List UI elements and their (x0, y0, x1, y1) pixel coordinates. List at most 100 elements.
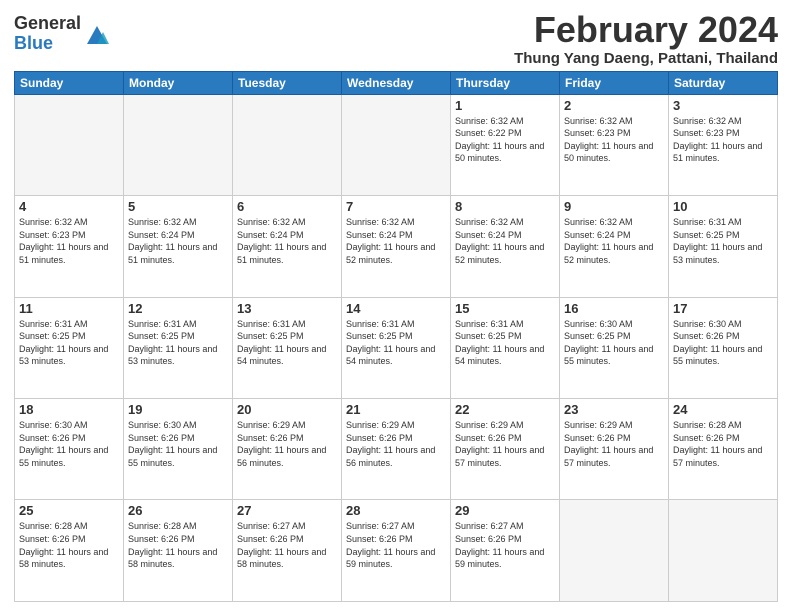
calendar-cell: 29 Sunrise: 6:27 AM Sunset: 6:26 PM Dayli… (451, 500, 560, 602)
calendar-week-0: 1 Sunrise: 6:32 AM Sunset: 6:22 PM Daylig… (15, 94, 778, 195)
calendar-cell: 3Sunrise: 6:32 AM Sunset: 6:23 PM Daylig… (669, 94, 778, 195)
calendar-cell: 12 Sunrise: 6:31 AM Sunset: 6:25 PM Dayli… (124, 297, 233, 398)
day-number: 1 (455, 98, 555, 113)
day-info: Sunrise: 6:29 AM Sunset: 6:26 PM Dayligh… (346, 419, 446, 469)
day-number: 23 (564, 402, 664, 417)
day-number: 13 (237, 301, 337, 316)
calendar-cell: 7Sunrise: 6:32 AM Sunset: 6:24 PM Daylig… (342, 196, 451, 297)
day-number: 6 (237, 199, 337, 214)
day-info: Sunrise: 6:31 AM Sunset: 6:25 PM Dayligh… (455, 318, 555, 368)
day-number: 18 (19, 402, 119, 417)
day-info: Sunrise: 6:29 AM Sunset: 6:26 PM Dayligh… (455, 419, 555, 469)
calendar-header-row: Sunday Monday Tuesday Wednesday Thursday… (15, 71, 778, 94)
day-info: Sunrise: 6:31 AM Sunset: 6:25 PM Dayligh… (237, 318, 337, 368)
day-info: Sunrise: 6:32 AM Sunset: 6:24 PM Dayligh… (237, 216, 337, 266)
day-info: Sunrise: 6:32 AM Sunset: 6:23 PM Dayligh… (19, 216, 119, 266)
day-info: Sunrise: 6:30 AM Sunset: 6:26 PM Dayligh… (128, 419, 228, 469)
col-wednesday: Wednesday (342, 71, 451, 94)
calendar-week-1: 4 Sunrise: 6:32 AM Sunset: 6:23 PM Daylig… (15, 196, 778, 297)
day-number: 24 (673, 402, 773, 417)
logo: General Blue (14, 14, 111, 54)
day-number: 17 (673, 301, 773, 316)
calendar-cell: 11 Sunrise: 6:31 AM Sunset: 6:25 PM Dayli… (15, 297, 124, 398)
calendar-cell: 1 Sunrise: 6:32 AM Sunset: 6:22 PM Daylig… (451, 94, 560, 195)
day-info: Sunrise: 6:27 AM Sunset: 6:26 PM Dayligh… (346, 520, 446, 570)
day-info: Sunrise: 6:32 AM Sunset: 6:22 PM Dayligh… (455, 115, 555, 165)
day-number: 29 (455, 503, 555, 518)
day-info: Sunrise: 6:32 AM Sunset: 6:24 PM Dayligh… (455, 216, 555, 266)
day-number: 20 (237, 402, 337, 417)
header: General Blue February 2024 Thung Yang Da… (14, 10, 778, 67)
calendar-cell: 17Sunrise: 6:30 AM Sunset: 6:26 PM Dayli… (669, 297, 778, 398)
day-number: 16 (564, 301, 664, 316)
calendar-cell: 24Sunrise: 6:28 AM Sunset: 6:26 PM Dayli… (669, 399, 778, 500)
calendar-week-2: 11 Sunrise: 6:31 AM Sunset: 6:25 PM Dayli… (15, 297, 778, 398)
day-info: Sunrise: 6:31 AM Sunset: 6:25 PM Dayligh… (346, 318, 446, 368)
logo-general: General (14, 14, 81, 34)
day-number: 14 (346, 301, 446, 316)
day-number: 12 (128, 301, 228, 316)
calendar-cell (124, 94, 233, 195)
day-info: Sunrise: 6:27 AM Sunset: 6:26 PM Dayligh… (237, 520, 337, 570)
calendar-cell: 21 Sunrise: 6:29 AM Sunset: 6:26 PM Dayli… (342, 399, 451, 500)
day-info: Sunrise: 6:28 AM Sunset: 6:26 PM Dayligh… (128, 520, 228, 570)
day-number: 4 (19, 199, 119, 214)
day-info: Sunrise: 6:31 AM Sunset: 6:25 PM Dayligh… (19, 318, 119, 368)
day-number: 26 (128, 503, 228, 518)
calendar-cell: 9Sunrise: 6:32 AM Sunset: 6:24 PM Daylig… (560, 196, 669, 297)
day-number: 28 (346, 503, 446, 518)
calendar-cell: 18 Sunrise: 6:30 AM Sunset: 6:26 PM Dayli… (15, 399, 124, 500)
calendar-cell (233, 94, 342, 195)
calendar-cell (342, 94, 451, 195)
calendar-cell: 26 Sunrise: 6:28 AM Sunset: 6:26 PM Dayli… (124, 500, 233, 602)
page: General Blue February 2024 Thung Yang Da… (0, 0, 792, 612)
calendar-cell: 13 Sunrise: 6:31 AM Sunset: 6:25 PM Dayli… (233, 297, 342, 398)
day-number: 19 (128, 402, 228, 417)
logo-icon (83, 20, 111, 48)
calendar-cell (15, 94, 124, 195)
day-number: 8 (455, 199, 555, 214)
col-monday: Monday (124, 71, 233, 94)
calendar-table: Sunday Monday Tuesday Wednesday Thursday… (14, 71, 778, 602)
calendar-cell: 2Sunrise: 6:32 AM Sunset: 6:23 PM Daylig… (560, 94, 669, 195)
calendar-cell: 25Sunrise: 6:28 AM Sunset: 6:26 PM Dayli… (15, 500, 124, 602)
day-info: Sunrise: 6:32 AM Sunset: 6:24 PM Dayligh… (128, 216, 228, 266)
calendar-cell: 4 Sunrise: 6:32 AM Sunset: 6:23 PM Daylig… (15, 196, 124, 297)
day-number: 5 (128, 199, 228, 214)
day-info: Sunrise: 6:32 AM Sunset: 6:23 PM Dayligh… (673, 115, 773, 165)
calendar-cell: 16Sunrise: 6:30 AM Sunset: 6:25 PM Dayli… (560, 297, 669, 398)
day-info: Sunrise: 6:27 AM Sunset: 6:26 PM Dayligh… (455, 520, 555, 570)
day-info: Sunrise: 6:31 AM Sunset: 6:25 PM Dayligh… (128, 318, 228, 368)
calendar-cell: 8 Sunrise: 6:32 AM Sunset: 6:24 PM Daylig… (451, 196, 560, 297)
calendar-cell: 23Sunrise: 6:29 AM Sunset: 6:26 PM Dayli… (560, 399, 669, 500)
calendar-cell: 27 Sunrise: 6:27 AM Sunset: 6:26 PM Dayli… (233, 500, 342, 602)
calendar-cell: 22Sunrise: 6:29 AM Sunset: 6:26 PM Dayli… (451, 399, 560, 500)
day-info: Sunrise: 6:30 AM Sunset: 6:26 PM Dayligh… (19, 419, 119, 469)
day-number: 21 (346, 402, 446, 417)
day-number: 10 (673, 199, 773, 214)
day-number: 25 (19, 503, 119, 518)
day-info: Sunrise: 6:32 AM Sunset: 6:23 PM Dayligh… (564, 115, 664, 165)
col-saturday: Saturday (669, 71, 778, 94)
col-tuesday: Tuesday (233, 71, 342, 94)
day-number: 27 (237, 503, 337, 518)
calendar-cell: 20 Sunrise: 6:29 AM Sunset: 6:26 PM Dayli… (233, 399, 342, 500)
day-number: 11 (19, 301, 119, 316)
logo-blue: Blue (14, 34, 81, 54)
calendar-cell: 28 Sunrise: 6:27 AM Sunset: 6:26 PM Dayli… (342, 500, 451, 602)
calendar-week-4: 25 Sunrise: 6:28 AM Sunset: 6:26 PM Dayli… (15, 500, 778, 602)
day-info: Sunrise: 6:29 AM Sunset: 6:26 PM Dayligh… (237, 419, 337, 469)
col-sunday: Sunday (15, 71, 124, 94)
calendar-cell: 14 Sunrise: 6:31 AM Sunset: 6:25 PM Dayli… (342, 297, 451, 398)
calendar-cell (560, 500, 669, 602)
title-block: February 2024 Thung Yang Daeng, Pattani,… (514, 10, 778, 67)
subtitle: Thung Yang Daeng, Pattani, Thailand (514, 50, 778, 67)
calendar-cell: 10Sunrise: 6:31 AM Sunset: 6:25 PM Dayli… (669, 196, 778, 297)
calendar-week-3: 18 Sunrise: 6:30 AM Sunset: 6:26 PM Dayli… (15, 399, 778, 500)
calendar-cell: 15Sunrise: 6:31 AM Sunset: 6:25 PM Dayli… (451, 297, 560, 398)
calendar-cell: 5 Sunrise: 6:32 AM Sunset: 6:24 PM Daylig… (124, 196, 233, 297)
day-number: 9 (564, 199, 664, 214)
col-thursday: Thursday (451, 71, 560, 94)
col-friday: Friday (560, 71, 669, 94)
main-title: February 2024 (514, 10, 778, 50)
